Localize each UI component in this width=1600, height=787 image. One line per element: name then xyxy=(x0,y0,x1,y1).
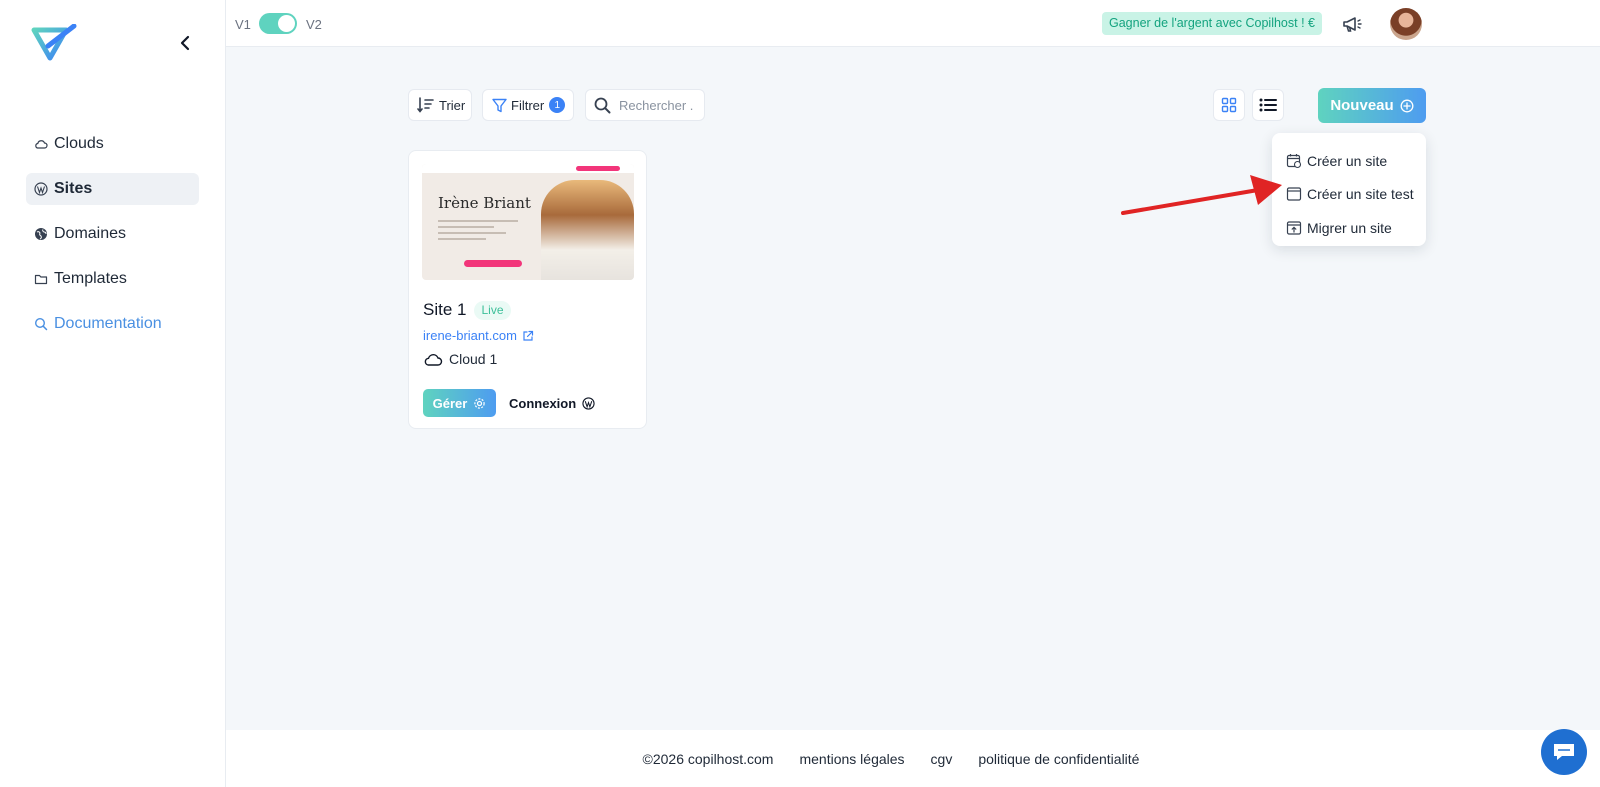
footer-cgv-link[interactable]: cgv xyxy=(931,751,953,767)
menu-item-create-site[interactable]: Créer un site xyxy=(1272,144,1426,178)
gear-icon xyxy=(474,397,486,409)
site-preview-thumbnail[interactable]: Irène Briant xyxy=(422,164,634,280)
sort-button[interactable]: Trier xyxy=(408,89,472,121)
sidebar-item-label: Sites xyxy=(54,180,93,197)
sidebar-nav: Clouds Sites Domaines Templates Document… xyxy=(26,128,199,353)
menu-item-migrate-site[interactable]: Migrer un site xyxy=(1272,211,1426,245)
site-cloud: Cloud 1 xyxy=(423,351,497,367)
site-name: Site 1 xyxy=(423,300,467,319)
affiliate-badge[interactable]: Gagner de l'argent avec Copilhost ! € xyxy=(1102,12,1322,35)
filter-label: Filtrer xyxy=(511,97,545,113)
sidebar-item-label: Domaines xyxy=(54,225,127,242)
wp-login-button[interactable]: Connexion xyxy=(509,389,595,417)
preview-site-name: Irène Briant xyxy=(438,194,531,212)
wordpress-icon xyxy=(582,396,595,410)
grid-icon xyxy=(1221,97,1237,113)
cloud-name: Cloud 1 xyxy=(449,351,498,367)
menu-item-label: Créer un site xyxy=(1307,152,1388,169)
sidebar-item-clouds[interactable]: Clouds xyxy=(26,128,199,160)
filter-button[interactable]: Filtrer 1 xyxy=(482,89,574,121)
annotation-arrow xyxy=(1121,175,1282,215)
menu-item-create-test-site[interactable]: Créer un site test xyxy=(1272,178,1426,212)
topbar: V1 V2 Gagner de l'argent avec Copilhost … xyxy=(226,0,1600,47)
copilhost-logo[interactable] xyxy=(30,24,78,64)
cloud-icon xyxy=(424,354,443,366)
chat-bubble-icon xyxy=(1554,744,1574,760)
login-label: Connexion xyxy=(509,395,577,411)
avatar[interactable] xyxy=(1390,8,1422,40)
sidebar-item-templates[interactable]: Templates xyxy=(26,263,199,295)
version-label-v1: V1 xyxy=(235,17,251,32)
upload-window-icon xyxy=(1286,221,1302,235)
sidebar-item-documentation[interactable]: Documentation xyxy=(26,308,199,340)
site-url-link[interactable]: irene-briant.com xyxy=(423,328,534,343)
version-toggle[interactable] xyxy=(259,13,297,34)
footer-links: ©2026 copilhost.com mentions légales cgv… xyxy=(643,751,1140,767)
filter-icon xyxy=(492,98,507,112)
search-box xyxy=(585,89,705,121)
sidebar-item-domaines[interactable]: Domaines xyxy=(26,218,199,250)
sidebar-item-sites[interactable]: Sites xyxy=(26,173,199,205)
sort-label: Trier xyxy=(439,97,466,113)
footer-privacy-link[interactable]: politique de confidentialité xyxy=(978,751,1139,767)
preview-photo xyxy=(541,180,634,280)
preview-cta-pill xyxy=(576,166,620,171)
sidebar-item-label: Documentation xyxy=(54,315,162,332)
sort-icon xyxy=(417,97,434,113)
globe-icon xyxy=(34,227,48,241)
search-icon xyxy=(594,97,611,113)
folder-icon xyxy=(34,272,48,286)
browser-window-icon xyxy=(1286,187,1302,201)
site-title: Site 1 Live xyxy=(423,300,511,320)
version-label-v2: V2 xyxy=(306,17,322,32)
footer: ©2026 copilhost.com mentions légales cgv… xyxy=(226,730,1600,787)
grid-view-button[interactable] xyxy=(1213,89,1245,121)
sidebar-item-label: Clouds xyxy=(54,135,104,152)
toggle-knob xyxy=(278,15,295,32)
wordpress-icon xyxy=(34,182,48,196)
preview-navbar xyxy=(422,164,634,173)
footer-legal-link[interactable]: mentions légales xyxy=(799,751,904,767)
list-view-button[interactable] xyxy=(1252,89,1284,121)
menu-item-label: Créer un site test xyxy=(1307,186,1414,203)
plus-circle-icon xyxy=(1400,99,1414,112)
menu-item-label: Migrer un site xyxy=(1307,219,1392,236)
cloud-icon xyxy=(34,137,48,151)
preview-text-lines xyxy=(438,220,518,244)
new-button[interactable]: Nouveau xyxy=(1318,88,1426,123)
footer-copyright[interactable]: ©2026 copilhost.com xyxy=(643,751,774,767)
search-icon xyxy=(34,317,48,331)
site-url: irene-briant.com xyxy=(423,328,517,343)
search-input[interactable] xyxy=(619,97,703,113)
chevron-left-icon[interactable] xyxy=(176,34,194,52)
site-card: Irène Briant Site 1 Live irene-briant.co… xyxy=(408,150,647,429)
new-dropdown-menu: Créer un site Créer un site test Migrer … xyxy=(1272,133,1426,246)
list-icon xyxy=(1259,98,1277,112)
sidebar: Clouds Sites Domaines Templates Document… xyxy=(0,0,226,787)
preview-button xyxy=(464,260,522,267)
filter-count-badge: 1 xyxy=(549,97,566,113)
manage-label: Gérer xyxy=(432,395,468,411)
manage-button[interactable]: Gérer xyxy=(423,389,496,417)
chat-button[interactable] xyxy=(1541,729,1587,775)
new-label: Nouveau xyxy=(1330,97,1394,114)
megaphone-icon[interactable] xyxy=(1340,12,1364,36)
calendar-site-icon xyxy=(1286,153,1302,168)
status-badge: Live xyxy=(474,300,511,320)
external-link-icon xyxy=(523,330,534,341)
sidebar-item-label: Templates xyxy=(54,270,127,287)
